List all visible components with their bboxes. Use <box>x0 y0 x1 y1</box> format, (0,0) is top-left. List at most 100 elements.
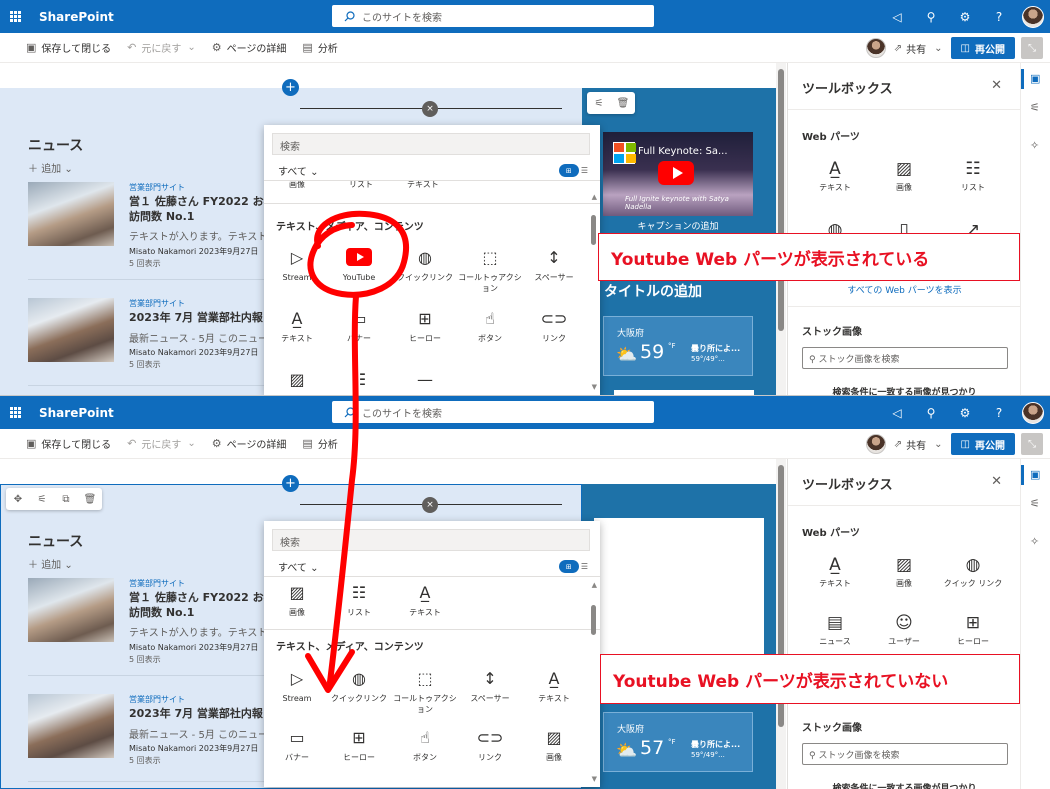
analytics-button[interactable]: ▤ 分析 <box>294 33 345 63</box>
tile-next-row[interactable]: ☷ <box>326 368 392 390</box>
tile-banner[interactable]: ▭ バナー <box>326 307 392 344</box>
app-name[interactable]: SharePoint <box>39 10 114 24</box>
app-name[interactable]: SharePoint <box>39 406 114 420</box>
view-toggle[interactable]: ⊞ ☰ <box>558 560 588 573</box>
page-scrollbar[interactable] <box>776 63 786 395</box>
news-site[interactable]: 営業部門サイト <box>129 182 185 193</box>
picker-filter-dropdown[interactable]: すべて ⌄ <box>278 559 318 574</box>
scrollbar-thumb[interactable] <box>778 69 784 331</box>
add-section-button[interactable]: + <box>282 79 299 96</box>
close-icon[interactable]: ✕ <box>991 78 1002 93</box>
republish-button[interactable]: ◫ 再公開 <box>950 37 1015 59</box>
picker-filter-dropdown[interactable]: すべて ⌄ <box>278 163 318 178</box>
tile-stream[interactable]: ▷ Stream <box>264 246 330 283</box>
toolbox-tile-people[interactable]: ☺ ユーザー <box>869 612 939 647</box>
site-search-input[interactable]: このサイトを検索 <box>332 401 654 423</box>
help-icon[interactable]: ? <box>982 0 1016 33</box>
list-view-icon[interactable]: ☰ <box>581 166 588 175</box>
grid-view-icon[interactable]: ⊞ <box>558 560 579 573</box>
toolbox-tile-news[interactable]: ▤ ニュース <box>800 612 870 647</box>
collapse-icon[interactable]: ⤡ <box>1021 433 1043 455</box>
settings-sliders-icon[interactable]: ⚟ <box>1030 497 1040 510</box>
news-item[interactable]: 営業部門サイト 2023年 7月 営業部社内報 最新ニュース - 5月 このニュ… <box>28 298 288 388</box>
toolbox-tile-list[interactable]: ☷ リスト <box>938 158 1008 193</box>
save-close-button[interactable]: ▣ 保存して閉じる <box>18 33 119 63</box>
toolbox-tile-text[interactable]: A̲ テキスト <box>800 158 870 193</box>
tile-image[interactable]: ▨ 画像 <box>521 726 587 763</box>
account-button[interactable] <box>1016 396 1050 429</box>
copy-icon[interactable]: ⧉ <box>54 488 78 510</box>
news-add-button[interactable]: ＋ 追加 ⌄ <box>28 160 73 175</box>
list-view-icon[interactable]: ☰ <box>581 562 588 571</box>
share-button[interactable]: ⇗ 共有 ⌄ <box>894 41 943 56</box>
tile-image[interactable]: ▨ 画像 <box>264 581 330 618</box>
tile-text[interactable]: A̲ テキスト <box>521 667 587 704</box>
picker-search-input[interactable]: 検索 <box>272 133 590 155</box>
stock-search-input[interactable]: ⚲ ストック画像を検索 <box>802 743 1008 765</box>
tile-quick-links[interactable]: ◍ クイックリンク <box>326 667 392 704</box>
toolbox-tile-image[interactable]: ▨ 画像 <box>869 158 939 193</box>
help-icon[interactable]: ? <box>982 396 1016 429</box>
toolbox-tile-quick-links[interactable]: ◍ クイック リンク <box>938 554 1008 589</box>
news-item[interactable]: 営業部門サイト 営１ 佐藤さん FY2022 お客様訪問数 No.1 テキストが… <box>28 578 288 668</box>
add-section-button[interactable]: + <box>282 475 299 492</box>
close-picker-button[interactable]: × <box>422 101 438 117</box>
settings-sliders-icon[interactable]: ⚟ <box>587 92 611 114</box>
tile-quick-links[interactable]: ◍ クイックリンク <box>392 246 458 283</box>
tile-hero[interactable]: ⊞ ヒーロー <box>392 307 458 344</box>
tile-hero[interactable]: ⊞ ヒーロー <box>326 726 392 763</box>
editor-avatar[interactable] <box>865 38 886 58</box>
sparkle-icon[interactable]: ✧ <box>1030 535 1039 548</box>
scroll-up-icon[interactable]: ▲ <box>592 193 597 201</box>
tile-next-row[interactable]: — <box>392 368 458 390</box>
toolbox-tile-image[interactable]: ▨ 画像 <box>869 554 939 589</box>
tile-button[interactable]: ☝ ボタン <box>457 307 523 344</box>
news-add-button[interactable]: ＋ 追加 ⌄ <box>28 556 73 571</box>
undo-button[interactable]: ↶ 元に戻す ⌄ <box>119 33 204 63</box>
gear-icon[interactable]: ⚙ <box>948 0 982 33</box>
account-button[interactable] <box>1016 0 1050 33</box>
tile-banner[interactable]: ▭ バナー <box>264 726 330 763</box>
close-icon[interactable]: ✕ <box>991 474 1002 489</box>
play-icon[interactable] <box>658 161 694 185</box>
youtube-video-embed[interactable]: Full Keynote: Sa... Full Ignite keynote … <box>603 132 753 216</box>
share-button[interactable]: ⇗ 共有 ⌄ <box>894 437 943 452</box>
editor-avatar[interactable] <box>865 434 886 454</box>
view-toggle[interactable]: ⊞ ☰ <box>558 164 588 177</box>
app-launcher-button[interactable] <box>0 0 31 33</box>
picker-search-input[interactable]: 検索 <box>272 529 590 551</box>
picker-scrollbar[interactable] <box>591 605 596 635</box>
page-details-button[interactable]: ⚙ ページの詳細 <box>204 33 295 63</box>
toolbox-tile-hero[interactable]: ⊞ ヒーロー <box>938 612 1008 647</box>
grid-view-icon[interactable]: ⊞ <box>558 164 579 177</box>
tile-stream[interactable]: ▷ Stream <box>264 667 330 704</box>
tile-text[interactable]: A̲ テキスト <box>392 581 458 618</box>
page-scrollbar[interactable] <box>776 459 786 789</box>
trash-icon[interactable]: 🗑 <box>78 488 102 510</box>
caption-add[interactable]: キャプションの追加 <box>603 219 753 232</box>
scroll-down-icon[interactable]: ▼ <box>592 775 597 783</box>
republish-button[interactable]: ◫ 再公開 <box>950 433 1015 455</box>
undo-button[interactable]: ↶ 元に戻す ⌄ <box>119 429 204 459</box>
tile-spacer[interactable]: ↕ スペーサー <box>521 246 587 283</box>
toolbox-tile-text[interactable]: A̲ テキスト <box>800 554 870 589</box>
people-share-icon[interactable]: ⚲ <box>914 396 948 429</box>
tile-button[interactable]: ☝ ボタン <box>392 726 458 763</box>
site-search-input[interactable]: このサイトを検索 <box>332 5 654 27</box>
tile-text[interactable]: A̲ テキスト <box>264 307 330 344</box>
move-icon[interactable]: ✥ <box>6 488 30 510</box>
tile-call-to-action[interactable]: ⬚ コールトゥアクション <box>457 246 523 294</box>
collapse-icon[interactable]: ⤡ <box>1021 37 1043 59</box>
news-site[interactable]: 営業部門サイト <box>129 578 185 589</box>
settings-sliders-icon[interactable]: ⚟ <box>30 488 54 510</box>
toolbox-icon[interactable]: ▣ <box>1030 72 1040 85</box>
news-site[interactable]: 営業部門サイト <box>129 298 185 309</box>
toolbox-icon[interactable]: ▣ <box>1030 468 1040 481</box>
tile-youtube[interactable]: YouTube <box>326 246 392 283</box>
tile-next-row[interactable]: ▨ <box>264 368 330 390</box>
page-details-button[interactable]: ⚙ ページの詳細 <box>204 429 295 459</box>
tile-list[interactable]: ☷ リスト <box>326 581 392 618</box>
tile-link[interactable]: ⊂⊃ リンク <box>521 307 587 344</box>
news-item[interactable]: 営業部門サイト 営１ 佐藤さん FY2022 お客様訪問数 No.1 テキストが… <box>28 182 288 272</box>
megaphone-icon[interactable]: ◁ <box>880 396 914 429</box>
